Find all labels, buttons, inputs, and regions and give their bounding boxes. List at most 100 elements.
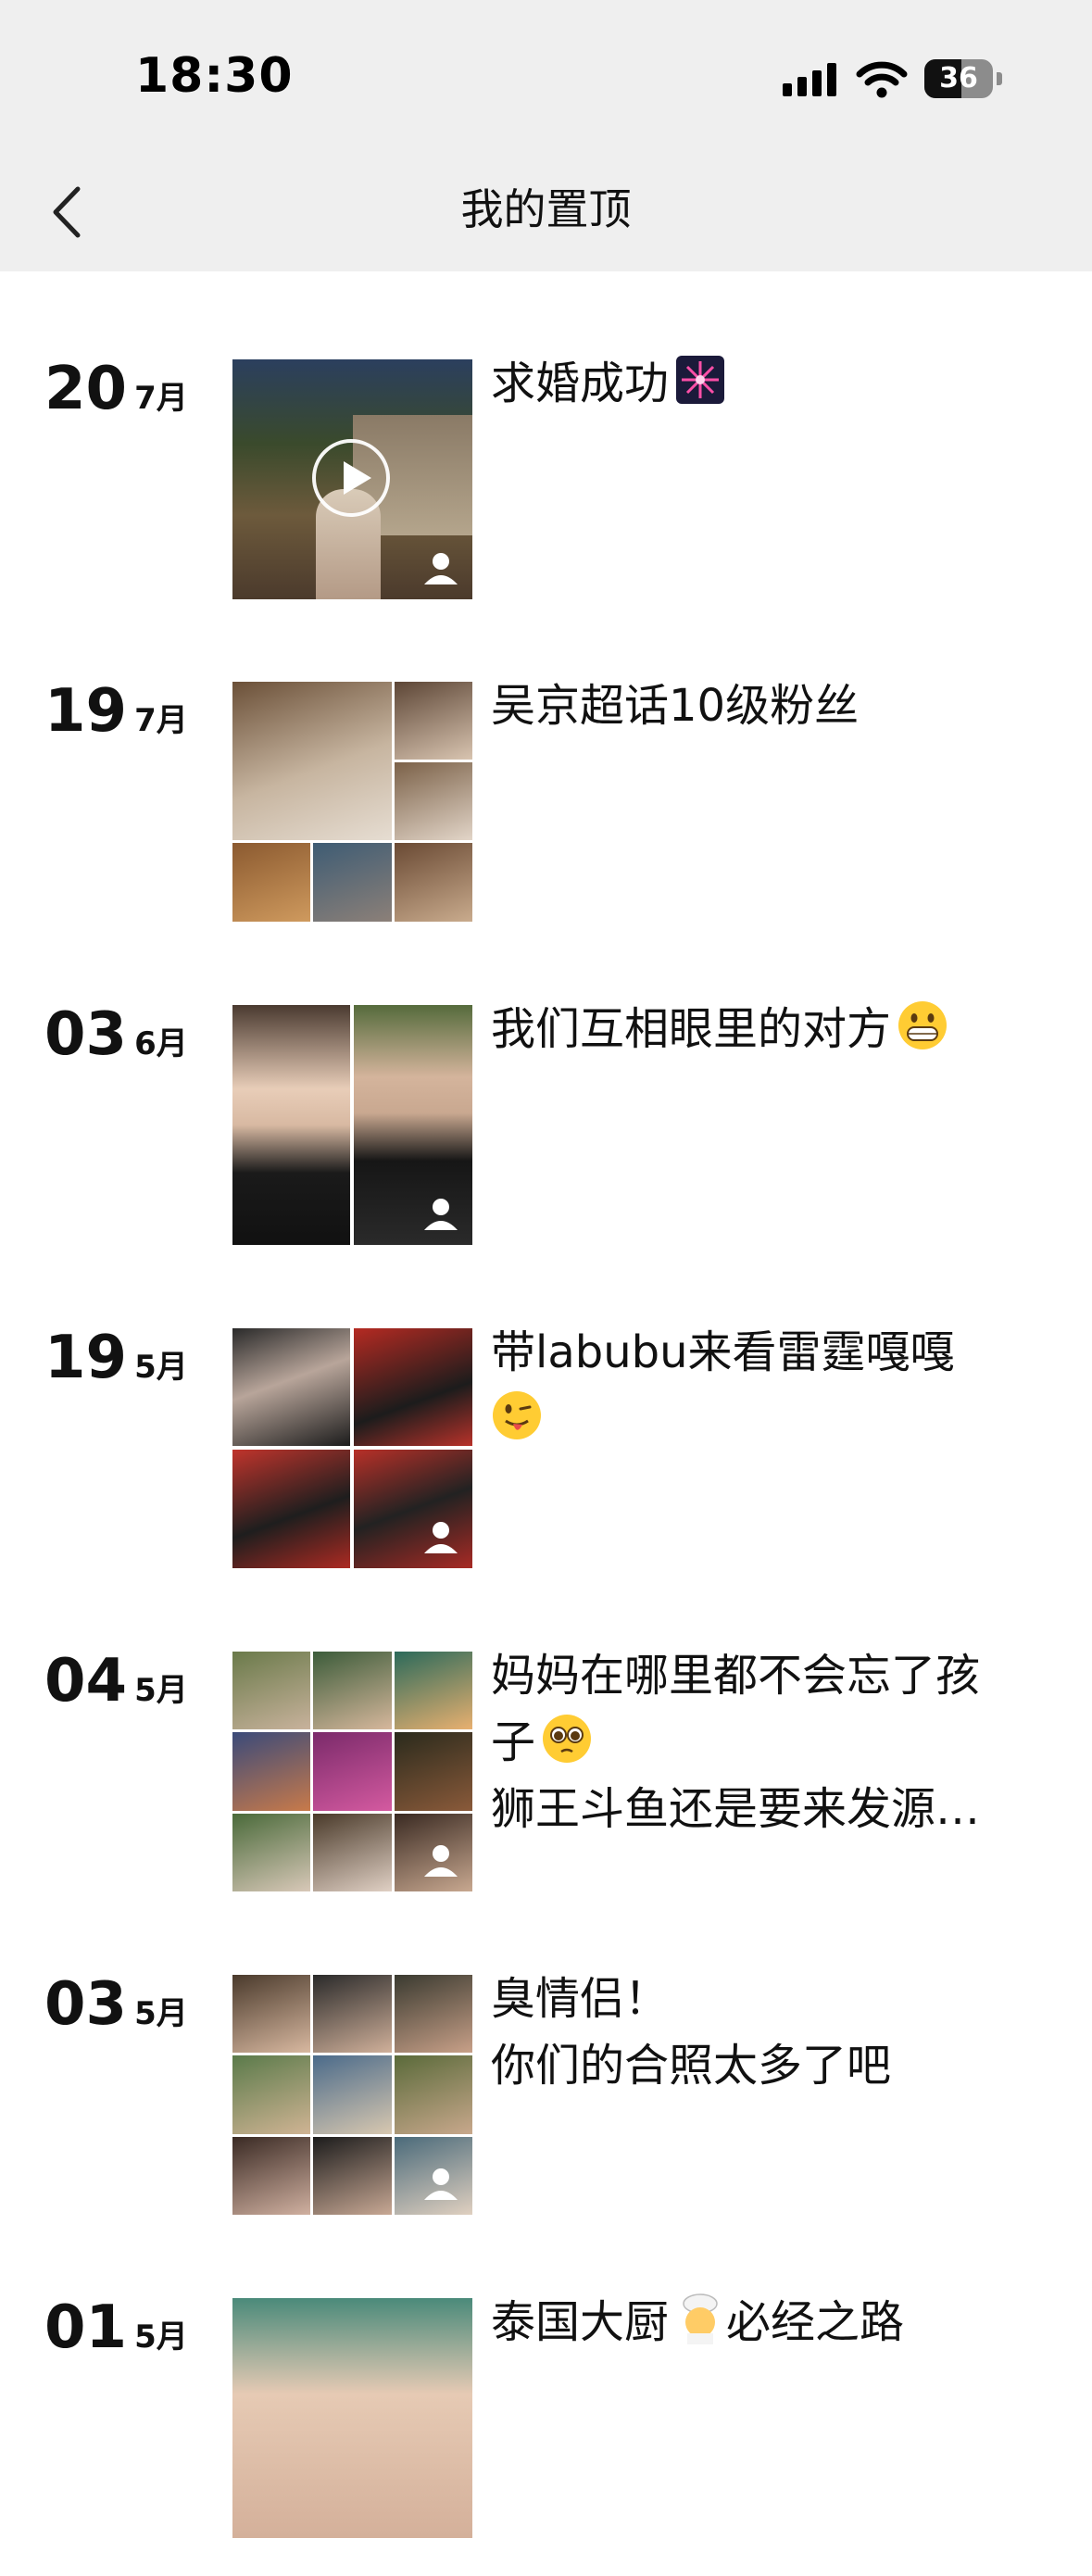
post-month: 5月 xyxy=(134,1349,188,1386)
battery-icon: 36 xyxy=(924,59,993,98)
post-caption: 吴京超话10级粉丝 xyxy=(491,672,1010,739)
person-icon xyxy=(424,553,458,584)
caption-line: 吴京超话10级粉丝 xyxy=(491,680,860,732)
post-day: 20 xyxy=(44,355,128,423)
post-item[interactable]: 19 7月 吴京超话10级粉丝 xyxy=(0,680,1092,960)
post-item[interactable]: 01 5月 泰国大厨 必经之路 xyxy=(0,2293,1092,2576)
photo-cell xyxy=(232,682,392,840)
page-title: 我的置顶 xyxy=(460,184,632,234)
photo-cell xyxy=(232,2137,310,2215)
post-month: 5月 xyxy=(134,1672,188,1709)
photo-cell xyxy=(395,843,472,922)
post-caption: 带labubu来看雷霆嘎嘎 xyxy=(491,1319,1010,1452)
photo-cell xyxy=(313,843,392,922)
photo-cell xyxy=(395,682,472,760)
wifi-icon xyxy=(856,61,908,98)
caption-line: 狮王斗鱼还是要来发源… xyxy=(491,1783,981,1835)
post-image-grid[interactable] xyxy=(232,1328,472,1568)
person-icon xyxy=(424,1522,458,1553)
caption-line: 我们互相眼里的对方 xyxy=(491,1003,892,1055)
caption-line: 臭情侣！ xyxy=(491,1973,670,2025)
photo-cell xyxy=(313,2137,392,2215)
caption-line: 你们的合照太多了吧 xyxy=(491,2040,892,2092)
post-item[interactable]: 04 5月 妈妈在哪里都不会忘了孩 子 狮王斗鱼还是要来发源… xyxy=(0,1650,1092,1929)
post-date: 04 5月 xyxy=(44,1652,188,1711)
post-image-grid[interactable] xyxy=(232,1652,472,1891)
photo-cell xyxy=(313,1814,392,1891)
post-day: 03 xyxy=(44,1970,128,2039)
caption-line: 必经之路 xyxy=(726,2296,905,2348)
caption-line: 求婚成功 xyxy=(491,358,670,409)
photo-cell xyxy=(232,1652,310,1729)
post-month: 5月 xyxy=(134,1995,188,2032)
post-date: 03 5月 xyxy=(44,1975,188,2034)
post-caption: 臭情侣！ 你们的合照太多了吧 xyxy=(491,1966,1010,2099)
post-day: 04 xyxy=(44,1647,128,1715)
caption-line: 妈妈在哪里都不会忘了孩 xyxy=(491,1650,981,1702)
post-date: 03 6月 xyxy=(44,1005,188,1064)
post-month: 6月 xyxy=(134,1025,188,1062)
photo-cell xyxy=(313,1732,392,1811)
post-month: 7月 xyxy=(134,380,188,417)
photo-cell xyxy=(313,1975,392,2053)
caption-line: 泰国大厨 xyxy=(491,2296,670,2348)
post-day: 19 xyxy=(44,677,128,746)
status-bar: 18:30 36 xyxy=(0,0,1092,157)
post-date: 19 7月 xyxy=(44,682,188,741)
post-caption: 泰国大厨 必经之路 xyxy=(491,2289,1010,2356)
battery-cap xyxy=(997,72,1002,85)
post-date: 20 7月 xyxy=(44,359,188,419)
person-icon xyxy=(424,2168,458,2200)
status-time: 18:30 xyxy=(135,48,294,104)
nav-bar: 我的置顶 xyxy=(0,157,1092,271)
photo-cell xyxy=(232,843,310,922)
photo-cell xyxy=(395,1975,472,2053)
person-icon xyxy=(424,1199,458,1230)
photo-cell xyxy=(395,2055,472,2134)
post-image-grid[interactable] xyxy=(232,682,472,922)
back-button[interactable] xyxy=(41,180,96,245)
cellular-signal-icon xyxy=(783,63,836,96)
post-item[interactable]: 03 5月 臭情侣！ 你们的合照太多了吧 xyxy=(0,1973,1092,2253)
grinning-emoji-icon xyxy=(898,1001,948,1049)
photo-cell xyxy=(232,2055,310,2134)
photo-cell xyxy=(395,762,472,840)
post-date: 19 5月 xyxy=(44,1328,188,1388)
caption-line: 子 xyxy=(491,1716,536,1768)
photo-cell xyxy=(232,1975,310,2053)
post-image-grid[interactable] xyxy=(232,1975,472,2215)
photo-cell xyxy=(354,1328,472,1446)
photo-cell xyxy=(232,1005,350,1245)
photo-cell xyxy=(395,1732,472,1811)
post-image-grid[interactable] xyxy=(232,1005,472,1245)
post-month: 7月 xyxy=(134,702,188,739)
post-item[interactable]: 19 5月 带labubu来看雷霆嘎嘎 xyxy=(0,1326,1092,1606)
post-caption: 我们互相眼里的对方 xyxy=(491,996,1010,1062)
post-day: 19 xyxy=(44,1324,128,1392)
photo-cell xyxy=(232,1328,350,1446)
post-day: 03 xyxy=(44,1000,128,1069)
post-month: 5月 xyxy=(134,2318,188,2356)
photo-cell xyxy=(313,1652,392,1729)
cook-emoji-icon xyxy=(683,2293,718,2344)
photo-cell xyxy=(395,1652,472,1729)
photo-cell xyxy=(232,1814,310,1891)
winking-tongue-emoji-icon xyxy=(493,1391,541,1439)
battery-level: 36 xyxy=(939,62,978,94)
post-day: 01 xyxy=(44,2293,128,2362)
person-icon xyxy=(424,1845,458,1877)
play-icon[interactable] xyxy=(312,439,390,517)
post-image-thumbnail[interactable] xyxy=(232,2298,472,2538)
fireworks-emoji-icon xyxy=(676,356,725,404)
post-caption: 求婚成功 xyxy=(491,350,1010,417)
post-video-thumbnail[interactable] xyxy=(232,359,472,599)
caption-line: 带labubu来看雷霆嘎嘎 xyxy=(491,1326,955,1378)
post-item[interactable]: 03 6月 我们互相眼里的对方 xyxy=(0,1001,1092,1283)
photo-cell xyxy=(313,2055,392,2134)
photo-cell xyxy=(232,1732,310,1811)
post-caption: 妈妈在哪里都不会忘了孩 子 狮王斗鱼还是要来发源… xyxy=(491,1642,1010,1842)
post-item[interactable]: 20 7月 求婚成功 xyxy=(0,356,1092,637)
pleading-emoji-icon xyxy=(543,1715,592,1763)
post-date: 01 5月 xyxy=(44,2298,188,2357)
photo-cell xyxy=(232,1450,350,1568)
